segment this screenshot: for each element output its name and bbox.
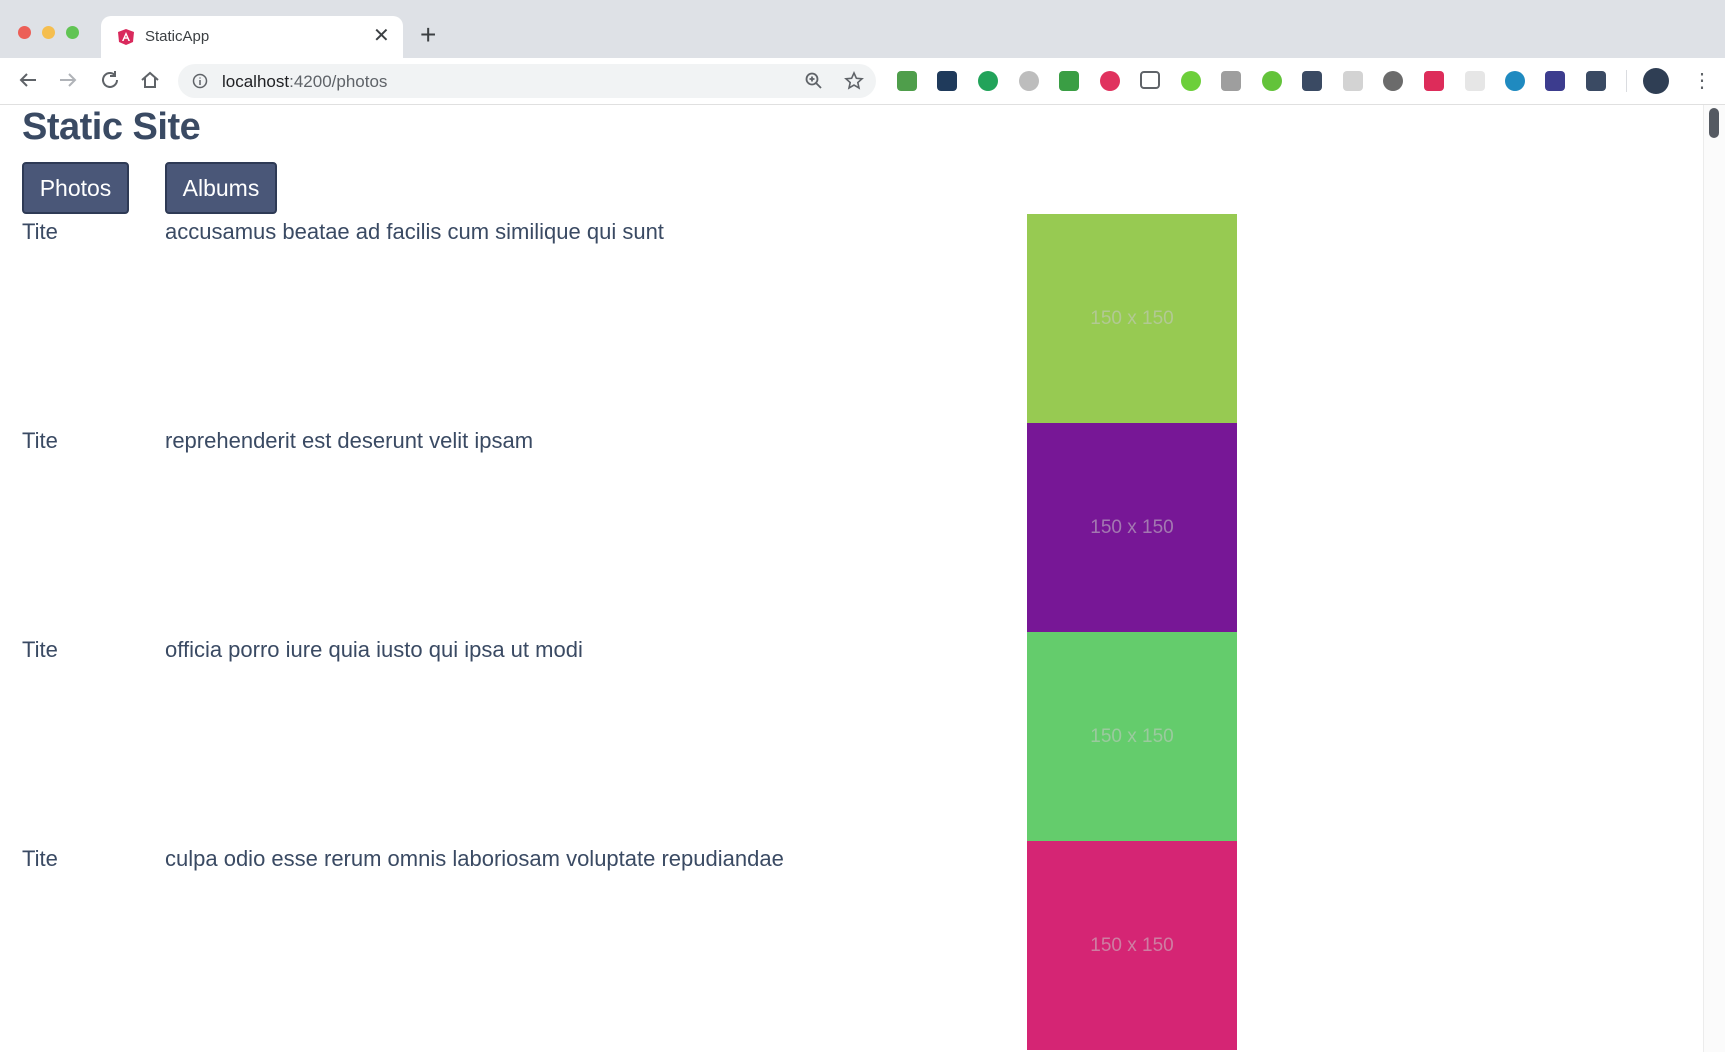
extension-icon[interactable] bbox=[1586, 71, 1606, 91]
tab-bar: StaticApp ✕ + bbox=[0, 0, 1725, 58]
extension-icon[interactable] bbox=[937, 71, 957, 91]
thumbnail-caption: 150 x 150 bbox=[1090, 725, 1174, 747]
toolbar-divider bbox=[1626, 70, 1627, 92]
photo-thumbnail[interactable]: 150 x 150 bbox=[1027, 214, 1237, 423]
photo-thumbnail[interactable]: 150 x 150 bbox=[1027, 423, 1237, 632]
gear-icon[interactable] bbox=[1383, 71, 1403, 91]
extension-icon[interactable] bbox=[1181, 71, 1201, 91]
extension-icon[interactable] bbox=[1019, 71, 1039, 91]
close-window-button[interactable] bbox=[18, 26, 31, 39]
page-title: Static Site bbox=[22, 106, 201, 148]
info-icon[interactable] bbox=[192, 73, 208, 89]
home-icon[interactable] bbox=[138, 68, 162, 92]
thumbnail-caption: 150 x 150 bbox=[1090, 934, 1174, 956]
angular-icon[interactable] bbox=[1424, 71, 1444, 91]
extension-icon[interactable] bbox=[1059, 71, 1079, 91]
extension-icon[interactable] bbox=[1302, 71, 1322, 91]
photo-row-title: accusamus beatae ad facilis cum similiqu… bbox=[165, 219, 664, 244]
albums-button[interactable]: Albums bbox=[165, 162, 277, 214]
bookmark-star-icon[interactable] bbox=[844, 71, 864, 91]
extension-icon[interactable] bbox=[1465, 71, 1485, 91]
thumbnail-caption: 150 x 150 bbox=[1090, 516, 1174, 538]
back-arrow-icon[interactable] bbox=[16, 68, 40, 92]
photo-thumbnail[interactable]: 150 x 150 bbox=[1027, 632, 1237, 841]
menu-icon[interactable]: ⋮ bbox=[1692, 68, 1712, 94]
tab-title: StaticApp bbox=[145, 28, 210, 45]
photo-row-title: officia porro iure quia iusto qui ipsa u… bbox=[165, 637, 583, 662]
extension-icon[interactable] bbox=[1100, 71, 1120, 91]
photo-row-title: culpa odio esse rerum omnis laboriosam v… bbox=[165, 846, 784, 871]
extension-icon[interactable] bbox=[1545, 71, 1565, 91]
url-text: localhost:4200/photos bbox=[222, 72, 388, 91]
cast-icon[interactable] bbox=[1140, 71, 1160, 89]
zoom-icon[interactable] bbox=[804, 71, 824, 91]
thumbnail-caption: 150 x 150 bbox=[1090, 307, 1174, 329]
extension-icon[interactable] bbox=[1262, 71, 1282, 91]
browser-tab[interactable]: StaticApp ✕ bbox=[101, 16, 403, 58]
photo-thumbnail[interactable]: 150 x 150 bbox=[1027, 841, 1237, 1050]
new-tab-button[interactable]: + bbox=[420, 20, 436, 50]
extension-icon[interactable] bbox=[1505, 71, 1525, 91]
maximize-window-button[interactable] bbox=[66, 26, 79, 39]
angular-icon bbox=[118, 29, 134, 45]
photo-row-label: Tite bbox=[22, 219, 58, 244]
reload-icon[interactable] bbox=[98, 68, 122, 92]
scrollbar[interactable] bbox=[1703, 105, 1725, 1052]
profile-avatar[interactable] bbox=[1643, 68, 1669, 94]
photo-row-label: Tite bbox=[22, 428, 58, 453]
photo-row-label: Tite bbox=[22, 637, 58, 662]
photos-button[interactable]: Photos bbox=[22, 162, 129, 214]
browser-toolbar: localhost:4200/photos ⋮ bbox=[0, 58, 1725, 105]
address-bar[interactable]: localhost:4200/photos bbox=[178, 64, 876, 98]
extension-icon[interactable] bbox=[1221, 71, 1241, 91]
extension-icon[interactable] bbox=[1343, 71, 1363, 91]
scrollbar-thumb[interactable] bbox=[1709, 108, 1719, 138]
photo-row-label: Tite bbox=[22, 846, 58, 871]
photo-row-title: reprehenderit est deserunt velit ipsam bbox=[165, 428, 534, 453]
close-tab-icon[interactable]: ✕ bbox=[373, 24, 390, 48]
extension-icon[interactable] bbox=[978, 71, 998, 91]
minimize-window-button[interactable] bbox=[42, 26, 55, 39]
extension-icon[interactable] bbox=[897, 71, 917, 91]
forward-arrow-icon[interactable] bbox=[56, 68, 80, 92]
